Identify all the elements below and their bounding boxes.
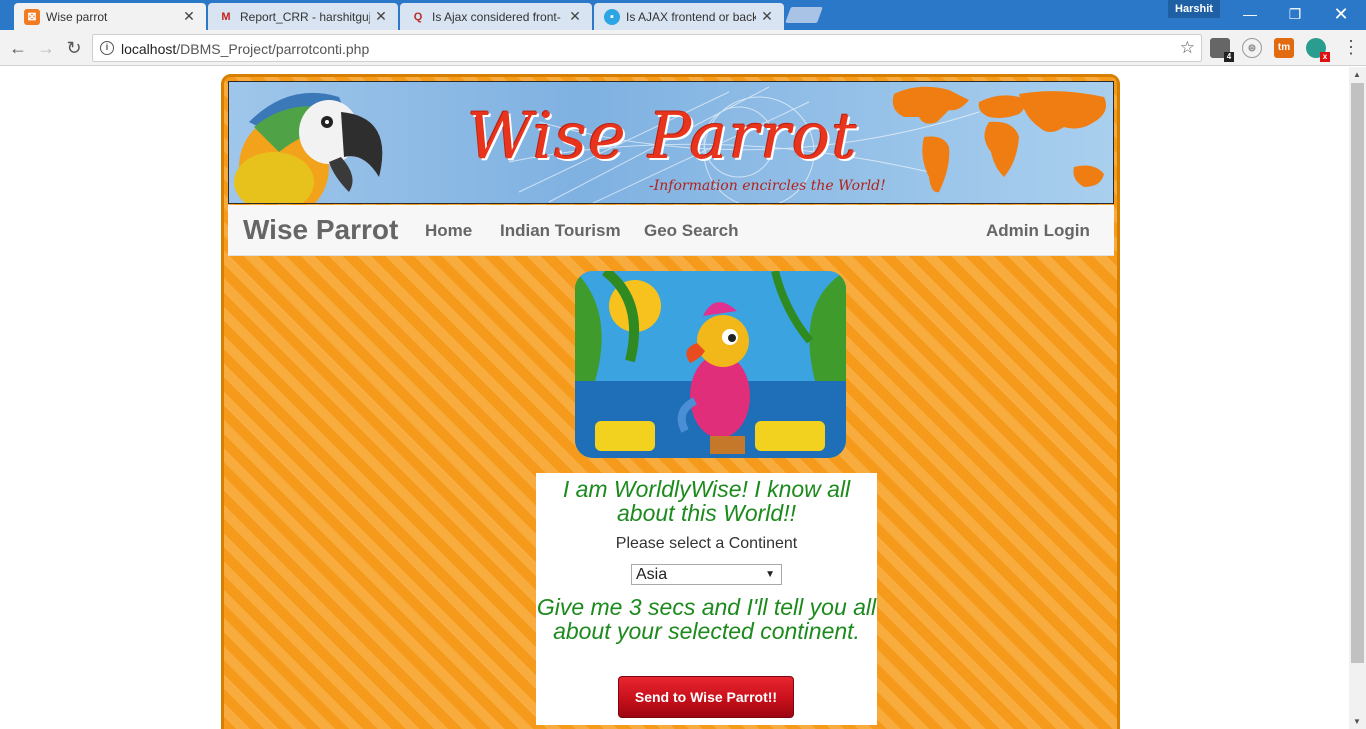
cartoon-parrot-image [575, 271, 846, 458]
site-brand[interactable]: Wise Parrot [243, 214, 398, 246]
tab-title: Is AJAX frontend or back [626, 9, 756, 24]
nav-admin-login[interactable]: Admin Login [986, 221, 1090, 241]
url-text: localhost/DBMS_Project/parrotconti.php [121, 41, 369, 57]
url-host: localhost [121, 41, 177, 57]
scroll-down-icon[interactable]: ▼ [1353, 717, 1361, 726]
tab-ajax-frontend[interactable]: ▪ Is AJAX frontend or back ✕ [594, 3, 784, 30]
browser-toolbar: ← → ↻ i localhost/DBMS_Project/parrotcon… [0, 30, 1366, 66]
cartoon-parrot-icon [575, 271, 846, 458]
address-bar[interactable]: i localhost/DBMS_Project/parrotconti.php… [92, 34, 1202, 62]
globe-extension-icon[interactable]: ⊜ [1242, 38, 1262, 58]
nav-home[interactable]: Home [425, 221, 472, 241]
site-navbar: Wise Parrot Home Indian Tourism Geo Sear… [228, 205, 1114, 256]
restore-icon[interactable]: ❐ [1272, 0, 1318, 28]
tab-title: Is Ajax considered front- [432, 9, 561, 24]
close-tab-icon[interactable]: ✕ [374, 8, 388, 25]
page-container: Wise Parrot -Information encircles the W… [221, 74, 1120, 729]
tm-extension-icon[interactable]: tm [1274, 38, 1294, 58]
page-scrollbar[interactable]: ▲ ▼ [1349, 67, 1366, 729]
reload-icon[interactable]: ↻ [62, 36, 86, 60]
nav-geo-search[interactable]: Geo Search [644, 221, 739, 241]
tab-gmail-report[interactable]: M Report_CRR - harshitguj ✕ [208, 3, 398, 30]
scrollbar-thumb[interactable] [1351, 83, 1364, 663]
minimize-icon[interactable]: — [1227, 0, 1273, 28]
macaw-parrot-icon [234, 92, 383, 203]
close-window-icon[interactable]: ✕ [1318, 0, 1364, 28]
scroll-up-icon[interactable]: ▲ [1353, 70, 1361, 79]
send-to-wise-parrot-button[interactable]: Send to Wise Parrot!! [618, 676, 794, 718]
quora-icon: Q [413, 10, 423, 23]
nav-indian-tourism[interactable]: Indian Tourism [500, 221, 621, 241]
continent-card: I am WorldlyWise! I know all about this … [536, 473, 877, 725]
select-prompt: Please select a Continent [615, 535, 798, 552]
extension-badge: x [1320, 52, 1330, 62]
banner-title: Wise Parrot [467, 100, 858, 174]
continent-select[interactable]: Asia ▼ [631, 564, 782, 585]
tab-title: Report_CRR - harshitguj [240, 9, 370, 24]
subline-text: Give me 3 secs and I'll tell you all abo… [536, 594, 877, 644]
chat-bubble-icon: ▪ [604, 8, 620, 25]
back-icon[interactable]: ← [6, 36, 30, 60]
tab-title: Wise parrot [46, 9, 108, 24]
close-tab-icon[interactable]: ✕ [182, 8, 196, 25]
info-icon[interactable]: i [100, 41, 114, 55]
continent-select-value: Asia [636, 566, 668, 583]
headline-text: I am WorldlyWise! I know all about this … [562, 476, 851, 526]
banner-tagline: -Information encircles the World! [649, 178, 886, 194]
new-tab-button[interactable] [785, 7, 823, 23]
bookmark-star-icon[interactable]: ☆ [1180, 38, 1195, 58]
extension-badge: 4 [1224, 52, 1234, 62]
chat-extension-icon[interactable]: x [1306, 38, 1330, 62]
url-path: /DBMS_Project/parrotconti.php [176, 41, 370, 57]
close-tab-icon[interactable]: ✕ [568, 8, 582, 25]
gmail-icon: M [221, 10, 231, 23]
close-tab-icon[interactable]: ✕ [760, 8, 774, 25]
profile-button[interactable]: Harshit [1168, 0, 1220, 18]
world-map-icon [892, 86, 1107, 193]
xampp-icon: ⊠ [24, 8, 40, 25]
browser-titlebar: ⊠ Wise parrot ✕ M Report_CRR - harshitgu… [0, 0, 1366, 30]
forward-icon[interactable]: → [34, 36, 58, 60]
tab-quora-ajax[interactable]: Q Is Ajax considered front- ✕ [400, 3, 592, 30]
tab-wise-parrot[interactable]: ⊠ Wise parrot ✕ [14, 3, 206, 30]
chrome-menu-icon[interactable]: ⋮ [1342, 36, 1360, 60]
site-banner: Wise Parrot -Information encircles the W… [228, 81, 1114, 204]
chevron-down-icon: ▼ [765, 569, 775, 580]
extension-icon[interactable]: 4 [1210, 38, 1234, 62]
